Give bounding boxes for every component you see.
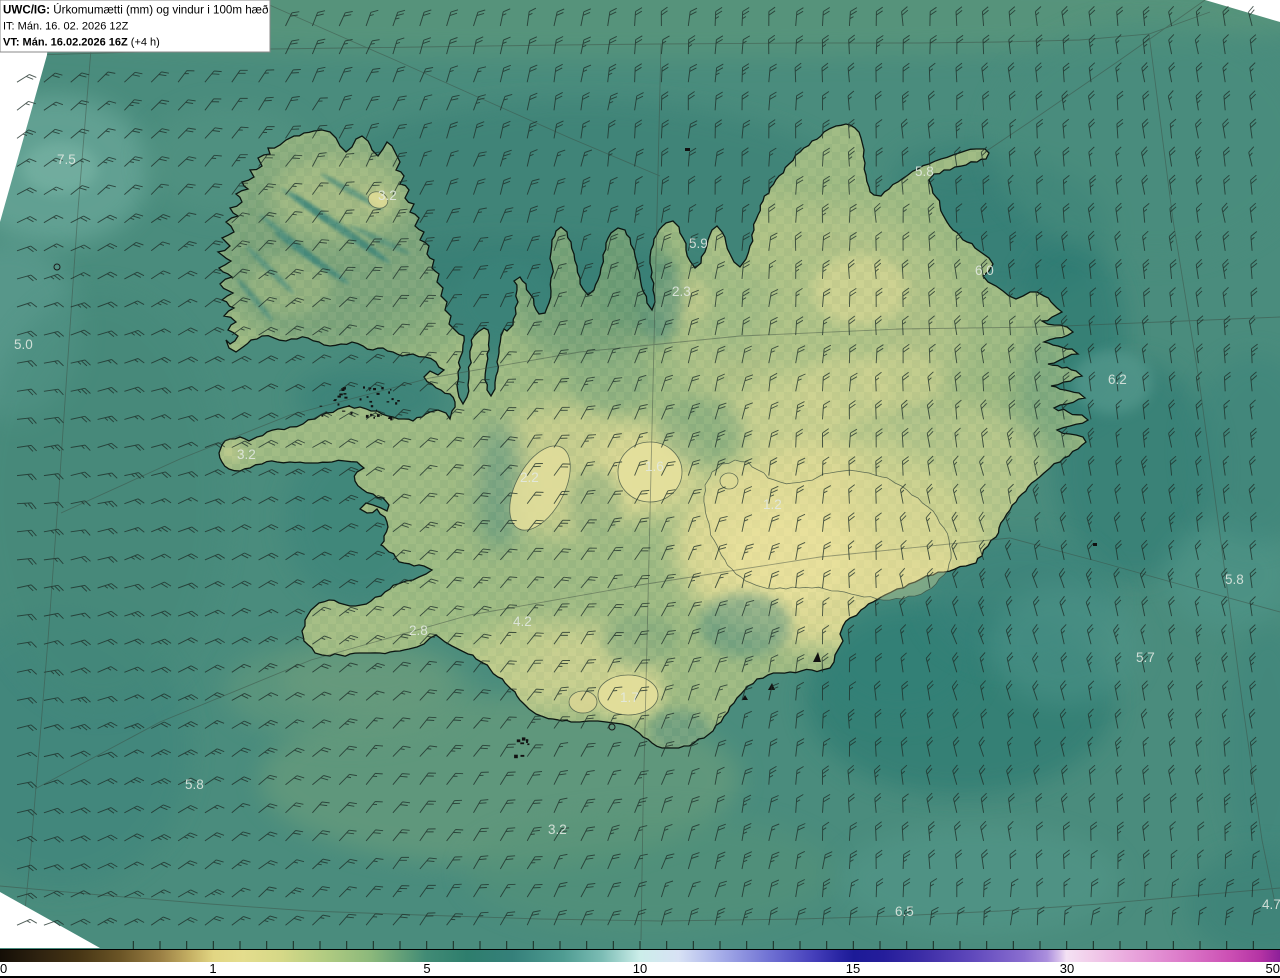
svg-text:1.7: 1.7 [620,690,639,705]
svg-text:50: 50 [1266,961,1280,976]
svg-text:7.5: 7.5 [57,152,76,167]
svg-text:4.7: 4.7 [1262,897,1280,912]
svg-text:6.2: 6.2 [1108,372,1127,387]
svg-text:4.2: 4.2 [513,614,532,629]
svg-text:VT: Mán. 16.02.2026 16Z (+4 h): VT: Mán. 16.02.2026 16Z (+4 h) [3,37,160,49]
svg-text:6.5: 6.5 [895,904,914,919]
svg-text:2.3: 2.3 [672,284,691,299]
svg-text:5.0: 5.0 [14,337,33,352]
svg-text:5.8: 5.8 [915,164,934,179]
svg-text:2.8: 2.8 [409,623,428,638]
svg-text:30: 30 [1060,961,1074,976]
svg-text:5.8: 5.8 [1225,572,1244,587]
svg-text:IT: Mán. 16. 02. 2026 12Z: IT: Mán. 16. 02. 2026 12Z [3,21,129,33]
svg-text:6.0: 6.0 [975,263,994,278]
svg-text:1: 1 [209,961,216,976]
svg-text:1.2: 1.2 [763,497,782,512]
svg-text:3.2: 3.2 [378,188,397,203]
svg-text:5: 5 [423,961,430,976]
svg-text:3.2: 3.2 [548,822,567,837]
svg-text:1.6: 1.6 [645,459,664,474]
svg-text:15: 15 [846,961,860,976]
svg-text:2.2: 2.2 [520,470,539,485]
svg-text:5.7: 5.7 [1136,650,1155,665]
svg-text:0: 0 [0,961,7,976]
svg-text:3.2: 3.2 [237,447,256,462]
svg-text:10: 10 [633,961,647,976]
svg-text:5.8: 5.8 [185,777,204,792]
svg-text:UWC/IG: Úrkomumætti (mm) og vi: UWC/IG: Úrkomumætti (mm) og vindur i 100… [3,4,269,17]
svg-text:5.9: 5.9 [689,236,708,251]
